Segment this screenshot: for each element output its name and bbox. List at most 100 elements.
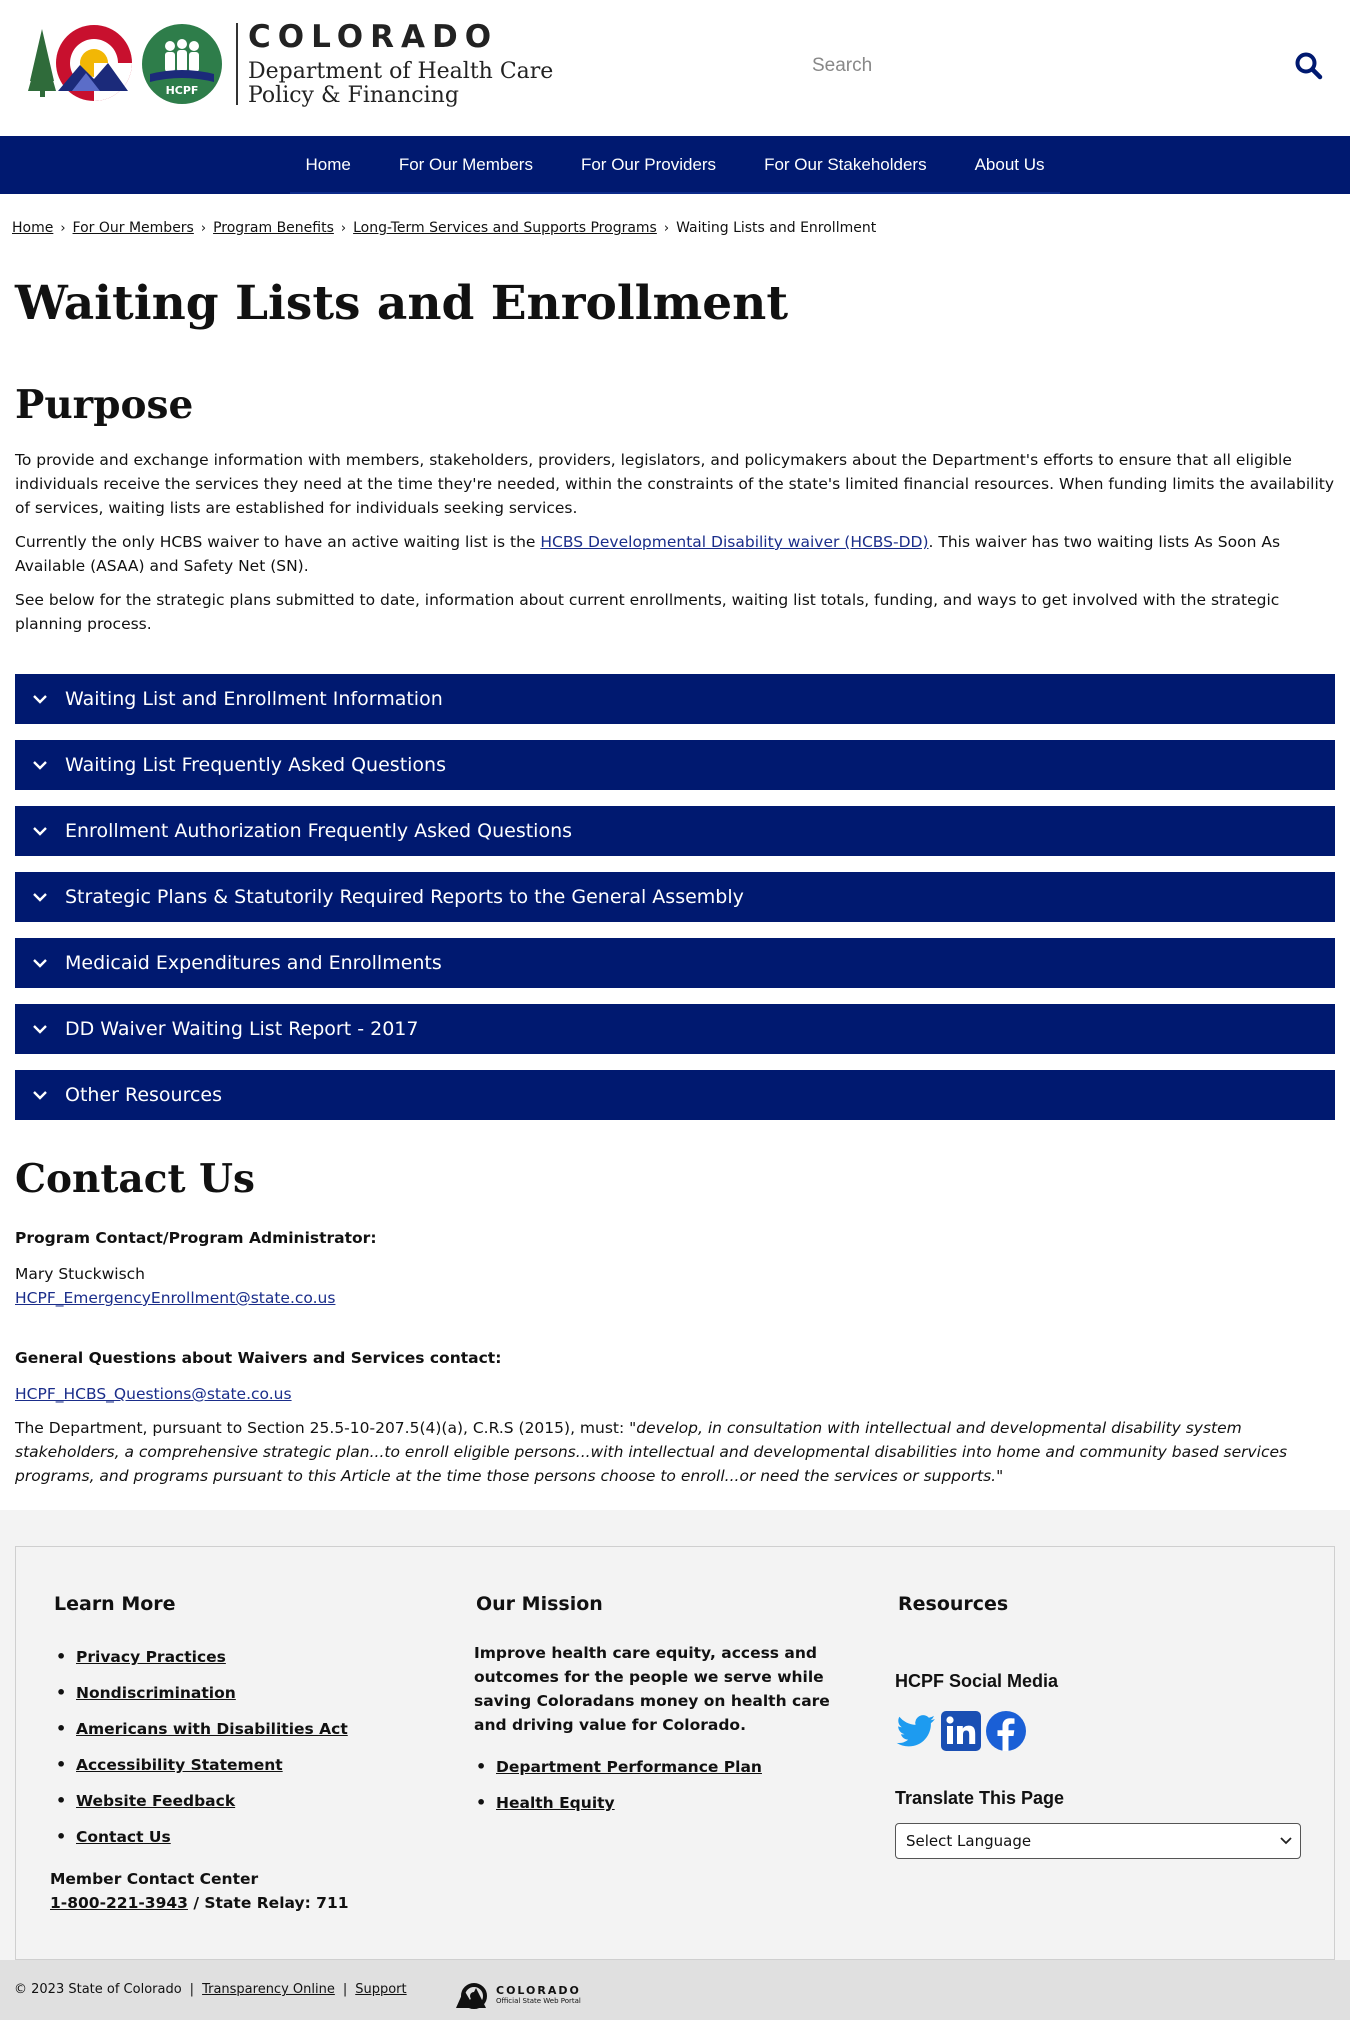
chevron-down-icon (33, 1091, 47, 1100)
general-questions-label: General Questions about Waivers and Serv… (15, 1349, 502, 1367)
chevron-down-icon (1280, 1837, 1292, 1845)
nav-item-providers[interactable]: For Our Providers (557, 136, 740, 194)
accordion-enrollment-faq[interactable]: Enrollment Authorization Frequently Aske… (15, 806, 1335, 856)
statute-paragraph: The Department, pursuant to Section 25.5… (15, 1416, 1335, 1488)
member-contact-phone-line: 1-800-221-3943 / State Relay: 711 (50, 1891, 349, 1915)
twitter-icon[interactable] (895, 1710, 937, 1752)
linkedin-icon[interactable] (940, 1710, 982, 1752)
transparency-online-link[interactable]: Transparency Online (202, 1982, 335, 1997)
contact-name: Mary Stuckwisch (15, 1265, 145, 1283)
breadcrumb-ltss[interactable]: Long-Term Services and Supports Programs (353, 220, 657, 236)
breadcrumb-program-benefits[interactable]: Program Benefits (213, 220, 334, 236)
breadcrumb-home[interactable]: Home (12, 220, 53, 236)
accordion-label: Enrollment Authorization Frequently Aske… (65, 820, 573, 842)
logo-divider (236, 23, 238, 105)
contact-us-link[interactable]: Contact Us (76, 1828, 171, 1846)
portal-line1: COLORADO (496, 1983, 581, 1997)
language-select-value: Select Language (906, 1832, 1032, 1850)
ada-link[interactable]: Americans with Disabilities Act (76, 1720, 348, 1738)
accordion-waiting-list-info[interactable]: Waiting List and Enrollment Information (15, 674, 1335, 724)
logo-dept-line1: Department of Health Care (248, 59, 554, 84)
colorado-portal-icon (456, 1983, 487, 2009)
logo-text: COLORADO Department of Health Care Polic… (248, 20, 553, 108)
health-equity-link[interactable]: Health Equity (496, 1794, 615, 1812)
list-item: Nondiscrimination (54, 1675, 454, 1711)
accordion-label: Strategic Plans & Statutorily Required R… (65, 886, 744, 908)
social-icons (895, 1710, 1315, 1752)
mission-links: Department Performance Plan Health Equit… (474, 1749, 894, 1821)
accordion-waiting-list-faq[interactable]: Waiting List Frequently Asked Questions (15, 740, 1335, 790)
accordion-label: Waiting List and Enrollment Information (65, 688, 443, 710)
breadcrumb: Home › For Our Members › Program Benefit… (0, 194, 1350, 240)
nondiscrimination-link[interactable]: Nondiscrimination (76, 1684, 236, 1702)
nav-underline (290, 192, 1060, 194)
facebook-icon[interactable] (985, 1710, 1027, 1752)
nav-item-members[interactable]: For Our Members (375, 136, 557, 194)
member-contact-center: Member Contact Center 1-800-221-3943 / S… (50, 1867, 349, 1915)
search-icon[interactable] (1294, 51, 1324, 81)
contact-heading: Contact Us (15, 1156, 255, 1202)
member-phone-link[interactable]: 1-800-221-3943 (50, 1894, 188, 1912)
list-item: Department Performance Plan (474, 1749, 894, 1785)
nav-item-about[interactable]: About Us (951, 136, 1069, 194)
state-portal-logo[interactable]: COLORADO Official State Web Portal (454, 1980, 581, 2010)
contact-email-line: HCPF_EmergencyEnrollment@state.co.us (15, 1286, 1335, 1310)
accordion-label: Other Resources (65, 1084, 223, 1106)
social-media-heading: HCPF Social Media (895, 1671, 1059, 1691)
accordion-medicaid-expenditures[interactable]: Medicaid Expenditures and Enrollments (15, 938, 1335, 988)
accordion-dd-waiver-report[interactable]: DD Waiver Waiting List Report - 2017 (15, 1004, 1335, 1054)
footer-col-learn-more: Learn More Privacy Practices Nondiscrimi… (54, 1547, 454, 1855)
site-header: HCPF COLORADO Department of Health Care … (0, 0, 1350, 136)
chevron-down-icon (33, 827, 47, 836)
nav-item-stakeholders[interactable]: For Our Stakeholders (740, 136, 951, 194)
support-link[interactable]: Support (355, 1982, 406, 1997)
hcbs-dd-link[interactable]: HCBS Developmental Disability waiver (HC… (540, 533, 928, 551)
hcpf-logo-icon: HCPF (142, 24, 222, 104)
breadcrumb-members[interactable]: For Our Members (73, 220, 194, 236)
search-input[interactable]: Search (790, 55, 1294, 77)
language-select[interactable]: Select Language (895, 1823, 1301, 1859)
purpose-p2-text: Currently the only HCBS waiver to have a… (15, 533, 541, 551)
website-feedback-link[interactable]: Website Feedback (76, 1792, 235, 1810)
accordion-strategic-plans[interactable]: Strategic Plans & Statutorily Required R… (15, 872, 1335, 922)
logo-colorado-text: COLORADO (248, 19, 499, 55)
footer-col-resources: Resources HCPF Social Media Translate Th… (895, 1547, 1315, 1859)
learn-more-heading: Learn More (54, 1593, 176, 1615)
purpose-paragraph-2: Currently the only HCBS waiver to have a… (15, 530, 1335, 578)
search-box[interactable]: Search (790, 46, 1330, 86)
nav-item-home[interactable]: Home (281, 136, 374, 194)
mission-text: Improve health care equity, access and o… (474, 1644, 830, 1734)
chevron-down-icon (33, 695, 47, 704)
state-relay-text: / State Relay: 711 (187, 1894, 349, 1912)
accessibility-link[interactable]: Accessibility Statement (76, 1756, 283, 1774)
statute-text: The Department, pursuant to Section 25.5… (15, 1419, 630, 1437)
learn-more-list: Privacy Practices Nondiscrimination Amer… (54, 1639, 454, 1855)
state-portal-text: COLORADO Official State Web Portal (496, 1983, 581, 2006)
purpose-heading: Purpose (15, 382, 194, 428)
translate-heading: Translate This Page (895, 1788, 1065, 1808)
accordion-group: Waiting List and Enrollment Information … (15, 674, 1335, 1120)
resources-heading: Resources (898, 1593, 1009, 1615)
site-logo[interactable]: HCPF COLORADO Department of Health Care … (28, 20, 553, 108)
list-item: Contact Us (54, 1819, 454, 1855)
performance-plan-link[interactable]: Department Performance Plan (496, 1758, 762, 1776)
chevron-down-icon (33, 1025, 47, 1034)
chevron-down-icon (33, 761, 47, 770)
purpose-paragraph-3: See below for the strategic plans submit… (15, 591, 1280, 633)
accordion-other-resources[interactable]: Other Resources (15, 1070, 1335, 1120)
bottom-separator: | (342, 1982, 348, 1997)
accordion-label: DD Waiver Waiting List Report - 2017 (65, 1018, 419, 1040)
list-item: Privacy Practices (54, 1639, 454, 1675)
privacy-practices-link[interactable]: Privacy Practices (76, 1648, 226, 1666)
breadcrumb-current: Waiting Lists and Enrollment (676, 220, 877, 236)
list-item: Health Equity (474, 1785, 894, 1821)
page-title: Waiting Lists and Enrollment (15, 276, 789, 331)
member-contact-label: Member Contact Center (50, 1870, 259, 1888)
contact-email-link[interactable]: HCPF_EmergencyEnrollment@state.co.us (15, 1289, 335, 1307)
general-email-line: HCPF_HCBS_Questions@state.co.us (15, 1382, 1335, 1406)
general-email-link[interactable]: HCPF_HCBS_Questions@state.co.us (15, 1385, 292, 1403)
accordion-label: Medicaid Expenditures and Enrollments (65, 952, 442, 974)
footer: Learn More Privacy Practices Nondiscrimi… (15, 1546, 1335, 1960)
main-nav: Home For Our Members For Our Providers F… (0, 136, 1350, 194)
list-item: Americans with Disabilities Act (54, 1711, 454, 1747)
